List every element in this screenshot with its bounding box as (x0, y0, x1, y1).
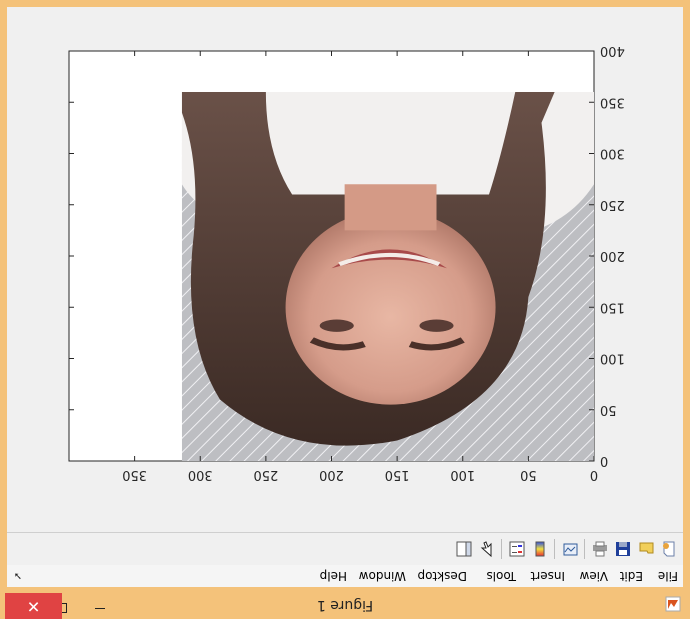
portrait-face (285, 209, 496, 405)
dock-arrow-icon[interactable]: ➘ (14, 570, 22, 581)
portrait-eye (419, 319, 454, 332)
x-tick-label: 100 (450, 467, 475, 482)
new-figure-icon[interactable] (660, 540, 678, 558)
x-tick-label: 150 (385, 467, 410, 482)
legend-icon[interactable] (508, 540, 526, 558)
axes-plot: 0 50 100 150 200 250 300 350 0 50 100 150 200 250 300… (68, 43, 625, 482)
open-file-icon[interactable] (637, 540, 655, 558)
menu-desktop[interactable]: Desktop (418, 569, 468, 583)
toolbar-separator (584, 539, 585, 559)
colorbar-icon[interactable] (531, 540, 549, 558)
window-border-left (683, 0, 690, 619)
y-tick-label: 100 (600, 351, 625, 366)
figure-canvas: 0 50 100 150 200 250 300 350 0 50 100 150 200 250 300… (7, 7, 683, 532)
close-button[interactable]: ✕ (5, 593, 62, 619)
x-tick-label: 50 (520, 467, 537, 482)
image-display (181, 92, 594, 461)
minimize-button[interactable] (77, 597, 123, 619)
menu-view[interactable]: View (580, 569, 608, 583)
portrait-eye (319, 319, 354, 332)
toolbar-separator (501, 539, 502, 559)
y-tick-label: 300 (600, 146, 625, 161)
menu-edit[interactable]: Edit (620, 569, 643, 583)
window-border-right (0, 0, 7, 619)
y-tick-label: 150 (600, 299, 625, 314)
menu-help[interactable]: Help (320, 569, 347, 583)
toolbar-separator (554, 539, 555, 559)
print-icon[interactable] (591, 540, 609, 558)
y-tick-label: 400 (600, 43, 625, 58)
menu-insert[interactable]: Insert (531, 569, 565, 583)
menu-tools[interactable]: Tools (486, 569, 516, 583)
link-plot-icon[interactable] (561, 540, 579, 558)
y-tick-label: 200 (600, 248, 625, 263)
x-tick-label: 300 (188, 467, 213, 482)
rotated-screen: Figure 1 ✕ File Edit View Insert Tools D… (0, 0, 690, 619)
y-tick-label: 50 (600, 402, 617, 417)
x-tick-label: 0 (590, 467, 598, 482)
portrait-neck (344, 184, 437, 231)
menu-window[interactable]: Window (359, 569, 406, 583)
menu-file[interactable]: File (658, 569, 678, 583)
y-tick-label: 250 (600, 197, 625, 212)
x-tick-label: 350 (122, 467, 147, 482)
x-tick-label: 250 (253, 467, 278, 482)
edit-plot-icon[interactable] (478, 540, 496, 558)
y-tick-label: 350 (600, 94, 625, 109)
plot-browser-icon[interactable] (455, 540, 473, 558)
save-icon[interactable] (614, 540, 632, 558)
minimize-icon (95, 608, 105, 609)
menu-bar: File Edit View Insert Tools Desktop Wind… (7, 565, 683, 587)
window-border-bottom (0, 0, 690, 7)
x-tick-label: 200 (319, 467, 344, 482)
y-tick-label: 0 (600, 453, 608, 468)
figure-toolbar (7, 532, 683, 565)
